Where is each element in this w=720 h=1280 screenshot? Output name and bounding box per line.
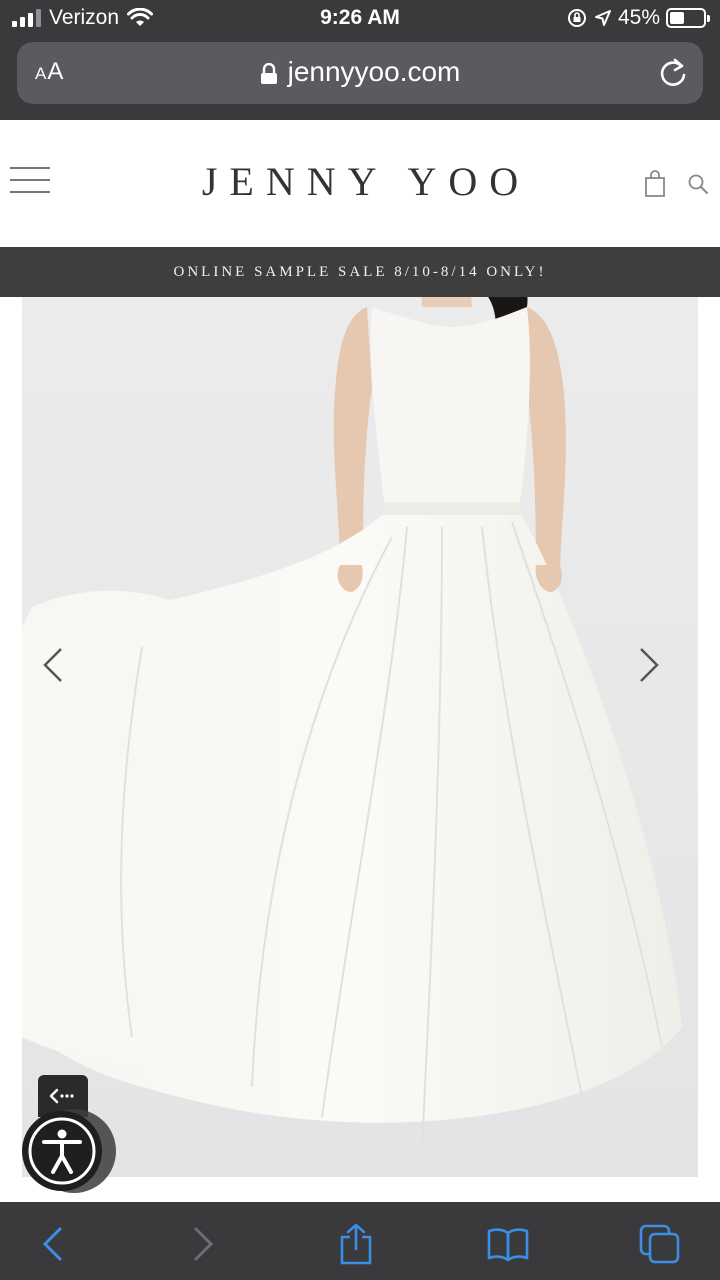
back-arrow-icon bbox=[49, 1088, 74, 1104]
lock-icon bbox=[260, 62, 277, 84]
battery-percent: 45% bbox=[617, 6, 660, 29]
tabs-button[interactable] bbox=[638, 1222, 682, 1266]
carousel-prev-button[interactable] bbox=[42, 647, 82, 707]
url-text: jennyyoo.com bbox=[287, 56, 461, 87]
chevron-left-icon bbox=[43, 648, 62, 682]
reload-icon[interactable] bbox=[657, 56, 689, 90]
browser-top-chrome: Verizon 9:26 AM 45% AA jennyyoo.com bbox=[0, 0, 720, 120]
brand-logo[interactable]: JENNY YOO bbox=[0, 158, 720, 205]
forward-button[interactable] bbox=[181, 1222, 225, 1266]
accessibility-button[interactable] bbox=[22, 1108, 118, 1194]
address-bar[interactable]: AA jennyyoo.com bbox=[17, 42, 703, 104]
status-bar: Verizon 9:26 AM 45% bbox=[0, 0, 720, 36]
product-image-carousel[interactable] bbox=[22, 247, 698, 1177]
back-button[interactable] bbox=[31, 1222, 75, 1266]
location-arrow-icon bbox=[594, 10, 611, 26]
book-icon bbox=[487, 1228, 529, 1261]
bookmarks-button[interactable] bbox=[486, 1222, 530, 1266]
url-display[interactable]: jennyyoo.com bbox=[17, 56, 703, 88]
battery-icon bbox=[666, 8, 710, 28]
forward-arrow-icon bbox=[193, 1226, 214, 1262]
back-arrow-icon bbox=[42, 1226, 63, 1262]
carousel-next-button[interactable] bbox=[638, 647, 678, 707]
promo-banner[interactable]: ONLINE SAMPLE SALE 8/10-8/14 ONLY! bbox=[0, 247, 720, 297]
orientation-lock-icon bbox=[567, 9, 586, 27]
share-button[interactable] bbox=[334, 1222, 378, 1266]
share-icon bbox=[340, 1223, 372, 1265]
search-icon[interactable] bbox=[687, 173, 709, 195]
battery-fill bbox=[670, 12, 685, 24]
shopping-bag-icon[interactable] bbox=[644, 170, 666, 198]
site-header: JENNY YOO bbox=[0, 120, 720, 248]
status-right: 45% bbox=[566, 6, 710, 30]
web-page: JENNY YOO ONLINE SAMPLE SALE 8/10-8/14 O… bbox=[0, 120, 720, 1202]
tabs-icon bbox=[639, 1224, 680, 1264]
dress-photo bbox=[22, 247, 698, 1177]
safari-toolbar bbox=[0, 1202, 720, 1280]
chevron-right-icon bbox=[640, 648, 659, 682]
